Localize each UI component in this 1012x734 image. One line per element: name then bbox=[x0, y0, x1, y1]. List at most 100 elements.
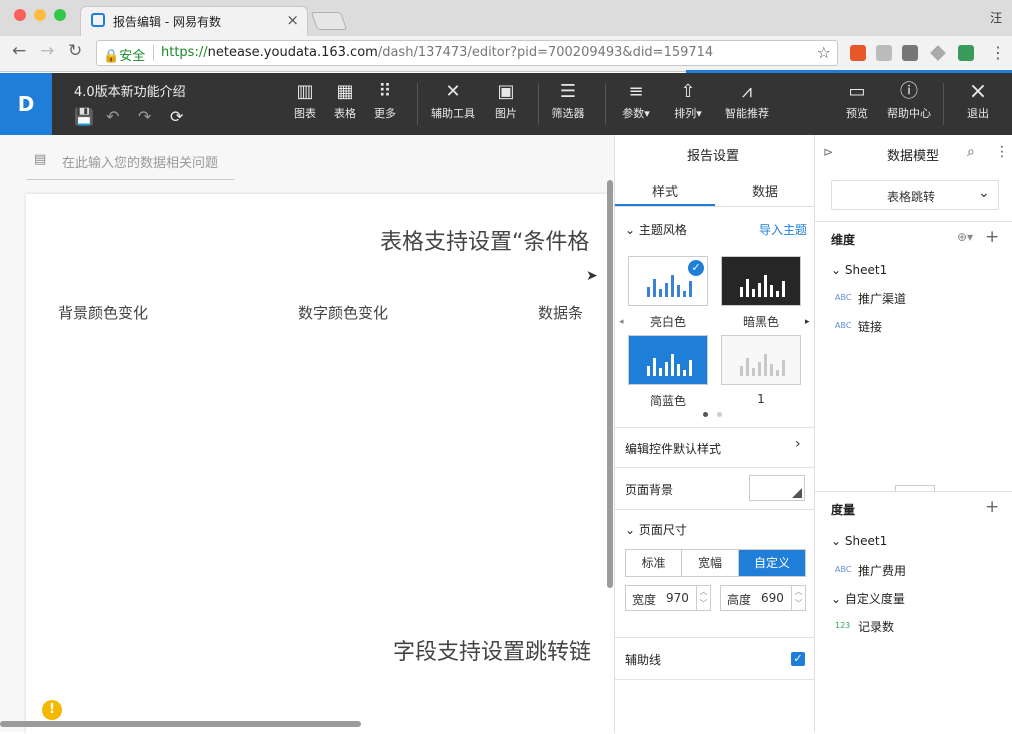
profile-button[interactable]: 汪 bbox=[990, 9, 1002, 26]
app-header: D 4.0版本新功能介绍 💾 ↶ ↷ ⟳ ▥ 图表 ▦ 表格 ⠿ 更多 ✕ 辅助工具 ▣… bbox=[0, 73, 1012, 135]
comment-icon: ▤ bbox=[34, 152, 47, 167]
vertical-scrollbar[interactable] bbox=[607, 180, 613, 588]
extension-icon[interactable] bbox=[930, 45, 946, 61]
search-icon[interactable]: ⌕ bbox=[967, 144, 975, 160]
bookmark-star-icon[interactable]: ☆ bbox=[817, 43, 831, 62]
tab-data[interactable]: 数据 bbox=[752, 181, 778, 200]
field-item[interactable]: 推广费用 bbox=[858, 562, 906, 579]
app-logo[interactable]: D bbox=[0, 73, 52, 135]
custom-measure-group[interactable]: ⌄ 自定义度量 bbox=[831, 590, 905, 607]
size-custom-button[interactable]: 自定义 bbox=[739, 550, 805, 576]
import-theme-link[interactable]: 导入主题 bbox=[759, 221, 807, 238]
add-measure-icon[interactable]: + bbox=[985, 497, 999, 517]
theme-preview-bar bbox=[740, 287, 743, 297]
aux-tools-button[interactable]: ✕ 辅助工具 bbox=[427, 81, 479, 121]
dimension-title: 维度 bbox=[831, 233, 856, 247]
forward-icon[interactable]: → bbox=[40, 41, 54, 61]
maximize-window-button[interactable] bbox=[54, 9, 66, 21]
image-tool-button[interactable]: ▣ 图片 bbox=[480, 81, 532, 121]
tab-style[interactable]: 样式 bbox=[652, 181, 678, 200]
extension-icon[interactable] bbox=[902, 45, 918, 61]
heading-conditional-format[interactable]: 表格支持设置“条件格 bbox=[380, 224, 589, 256]
more-icon[interactable]: ⋮ bbox=[995, 144, 1009, 160]
redo-icon[interactable]: ↷ bbox=[138, 107, 151, 126]
chevron-down-icon: ⌄ bbox=[978, 185, 990, 201]
width-value[interactable]: 970 bbox=[666, 591, 689, 605]
pagination-dot[interactable] bbox=[717, 412, 722, 417]
theme-prev-icon[interactable]: ◂ bbox=[619, 317, 624, 327]
browser-titlebar: 报告编辑 - 网易有数 × 汪 bbox=[0, 0, 1012, 36]
new-tab-button[interactable] bbox=[310, 12, 348, 30]
theme-preview-bar bbox=[671, 354, 674, 376]
measure-sheet[interactable]: ⌄ Sheet1 bbox=[831, 534, 887, 548]
width-stepper[interactable]: ︿ ﹀ bbox=[696, 586, 710, 610]
theme-preview-bar bbox=[740, 366, 743, 376]
close-window-button[interactable] bbox=[14, 9, 26, 21]
minimize-window-button[interactable] bbox=[34, 9, 46, 21]
add-dimension-icon[interactable]: + bbox=[985, 227, 999, 247]
theme-preview-bar bbox=[758, 362, 761, 376]
warning-icon[interactable]: ! bbox=[42, 700, 62, 720]
save-icon[interactable]: 💾 bbox=[74, 107, 94, 126]
browser-menu-icon[interactable]: ⋮ bbox=[990, 43, 1006, 62]
undo-icon[interactable]: ↶ bbox=[106, 107, 119, 126]
page-size-header[interactable]: ⌄ 页面尺寸 bbox=[625, 521, 687, 538]
subheading[interactable]: 数据条 bbox=[538, 302, 583, 323]
field-item[interactable]: 链接 bbox=[858, 318, 882, 335]
preview-icon: ▭ bbox=[848, 81, 866, 102]
field-item[interactable]: 记录数 bbox=[858, 618, 894, 635]
subheading[interactable]: 数字颜色变化 bbox=[298, 302, 388, 323]
chevron-down-icon: ⌄ bbox=[831, 534, 842, 548]
theme-preview-bar bbox=[752, 368, 755, 376]
help-center-button[interactable]: ⓘ 帮助中心 bbox=[883, 81, 935, 121]
guides-checkbox[interactable]: ✓ bbox=[791, 652, 805, 666]
theme-card-light[interactable]: ✓ bbox=[628, 256, 708, 306]
arrange-button[interactable]: ⇧ 排列▾ bbox=[662, 81, 714, 121]
collapse-panel-icon[interactable]: ⊳ bbox=[823, 145, 833, 159]
dimension-sheet[interactable]: ⌄ Sheet1 bbox=[831, 263, 887, 277]
pagination-dot[interactable] bbox=[703, 412, 708, 417]
settings-title: 报告设置 bbox=[687, 149, 740, 164]
url-text: https://netease.youdata.163.com/dash/137… bbox=[161, 45, 714, 60]
globe-icon[interactable]: ⊕▾ bbox=[957, 230, 973, 244]
extension-icon[interactable] bbox=[850, 45, 866, 61]
theme-section-header[interactable]: ⌄ 主题风格 bbox=[625, 221, 687, 238]
edit-default-style-row[interactable]: 编辑控件默认样式 › bbox=[615, 428, 815, 466]
browser-tab[interactable]: 报告编辑 - 网易有数 × bbox=[80, 6, 308, 36]
question-input[interactable]: ▤ 在此输入您的数据相关问题 bbox=[26, 144, 234, 180]
theme-card-blue[interactable] bbox=[628, 335, 708, 385]
theme-card-custom[interactable] bbox=[721, 335, 801, 385]
more-tool-button[interactable]: ⠿ 更多 bbox=[359, 81, 411, 121]
tab-title: 报告编辑 - 网易有数 bbox=[113, 15, 221, 29]
field-item[interactable]: 推广渠道 bbox=[858, 290, 906, 307]
report-title[interactable]: 4.0版本新功能介绍 bbox=[74, 81, 186, 100]
theme-next-icon[interactable]: ▸ bbox=[805, 317, 810, 327]
size-wide-button[interactable]: 宽幅 bbox=[682, 550, 739, 576]
url-bar[interactable]: 🔒安全 https://netease.youdata.163.com/dash… bbox=[96, 40, 838, 66]
filter-tool-button[interactable]: ☰ 筛选器 bbox=[542, 81, 594, 121]
height-field[interactable]: 高度 690 ︿ ﹀ bbox=[720, 585, 806, 611]
smart-recommend-button[interactable]: ⩘ 智能推荐 bbox=[721, 81, 773, 121]
height-value[interactable]: 690 bbox=[761, 591, 784, 605]
extension-icon[interactable] bbox=[876, 45, 892, 61]
exit-button[interactable]: × 退出 bbox=[952, 81, 1004, 121]
heading-jump-link[interactable]: 字段支持设置跳转链 bbox=[393, 634, 591, 666]
height-stepper[interactable]: ︿ ﹀ bbox=[791, 586, 805, 610]
tab-close-icon[interactable]: × bbox=[286, 11, 299, 29]
horizontal-scrollbar[interactable] bbox=[0, 721, 361, 727]
dataset-select[interactable]: 表格跳转 ⌄ bbox=[831, 180, 999, 210]
number-type-icon: 123 bbox=[835, 621, 851, 630]
report-page[interactable]: 表格支持设置“条件格 背景颜色变化 数字颜色变化 数据条 字段支持设置跳转链 bbox=[26, 194, 614, 734]
theme-card-dark[interactable] bbox=[721, 256, 801, 306]
preview-button[interactable]: ▭ 预览 bbox=[831, 81, 883, 121]
params-button[interactable]: ≡ 参数▾ bbox=[610, 81, 662, 121]
width-field[interactable]: 宽度 970 ︿ ﹀ bbox=[625, 585, 711, 611]
theme-preview-bar bbox=[746, 279, 749, 297]
extension-icon[interactable] bbox=[958, 45, 974, 61]
page-bg-color-picker[interactable] bbox=[749, 475, 805, 501]
reload-icon[interactable]: ↻ bbox=[68, 41, 82, 61]
subheading[interactable]: 背景颜色变化 bbox=[58, 302, 148, 323]
back-icon[interactable]: ← bbox=[12, 41, 26, 61]
refresh-icon[interactable]: ⟳ bbox=[170, 107, 183, 126]
size-standard-button[interactable]: 标准 bbox=[626, 550, 682, 576]
